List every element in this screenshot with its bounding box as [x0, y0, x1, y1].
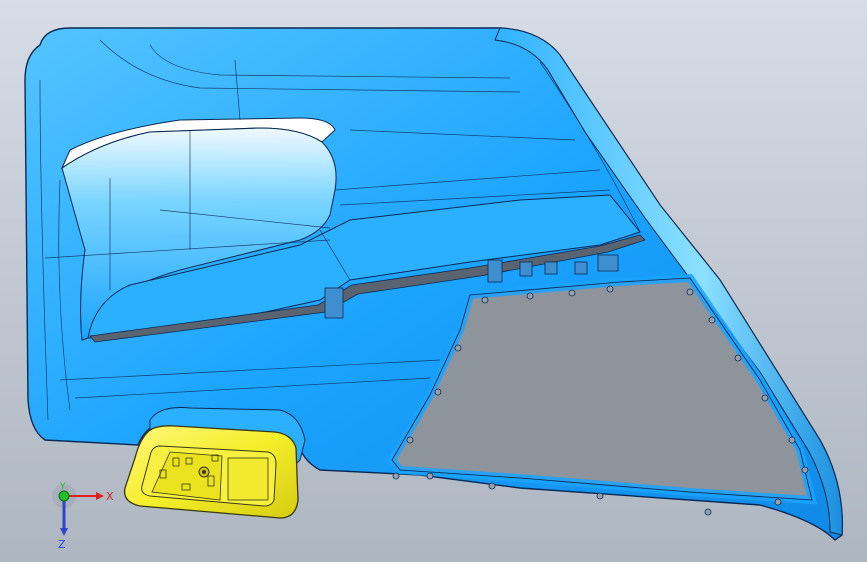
door-panel-model[interactable] — [0, 0, 867, 562]
y-axis-icon — [58, 490, 70, 502]
z-axis-label: Z — [58, 538, 66, 550]
switch-bezel-insert[interactable] — [123, 425, 299, 519]
y-axis-label: Y — [59, 482, 66, 492]
orientation-triad[interactable]: X Y Z — [44, 480, 114, 550]
3d-viewport[interactable]: X Y Z — [0, 0, 867, 562]
x-axis-label: X — [106, 490, 114, 503]
